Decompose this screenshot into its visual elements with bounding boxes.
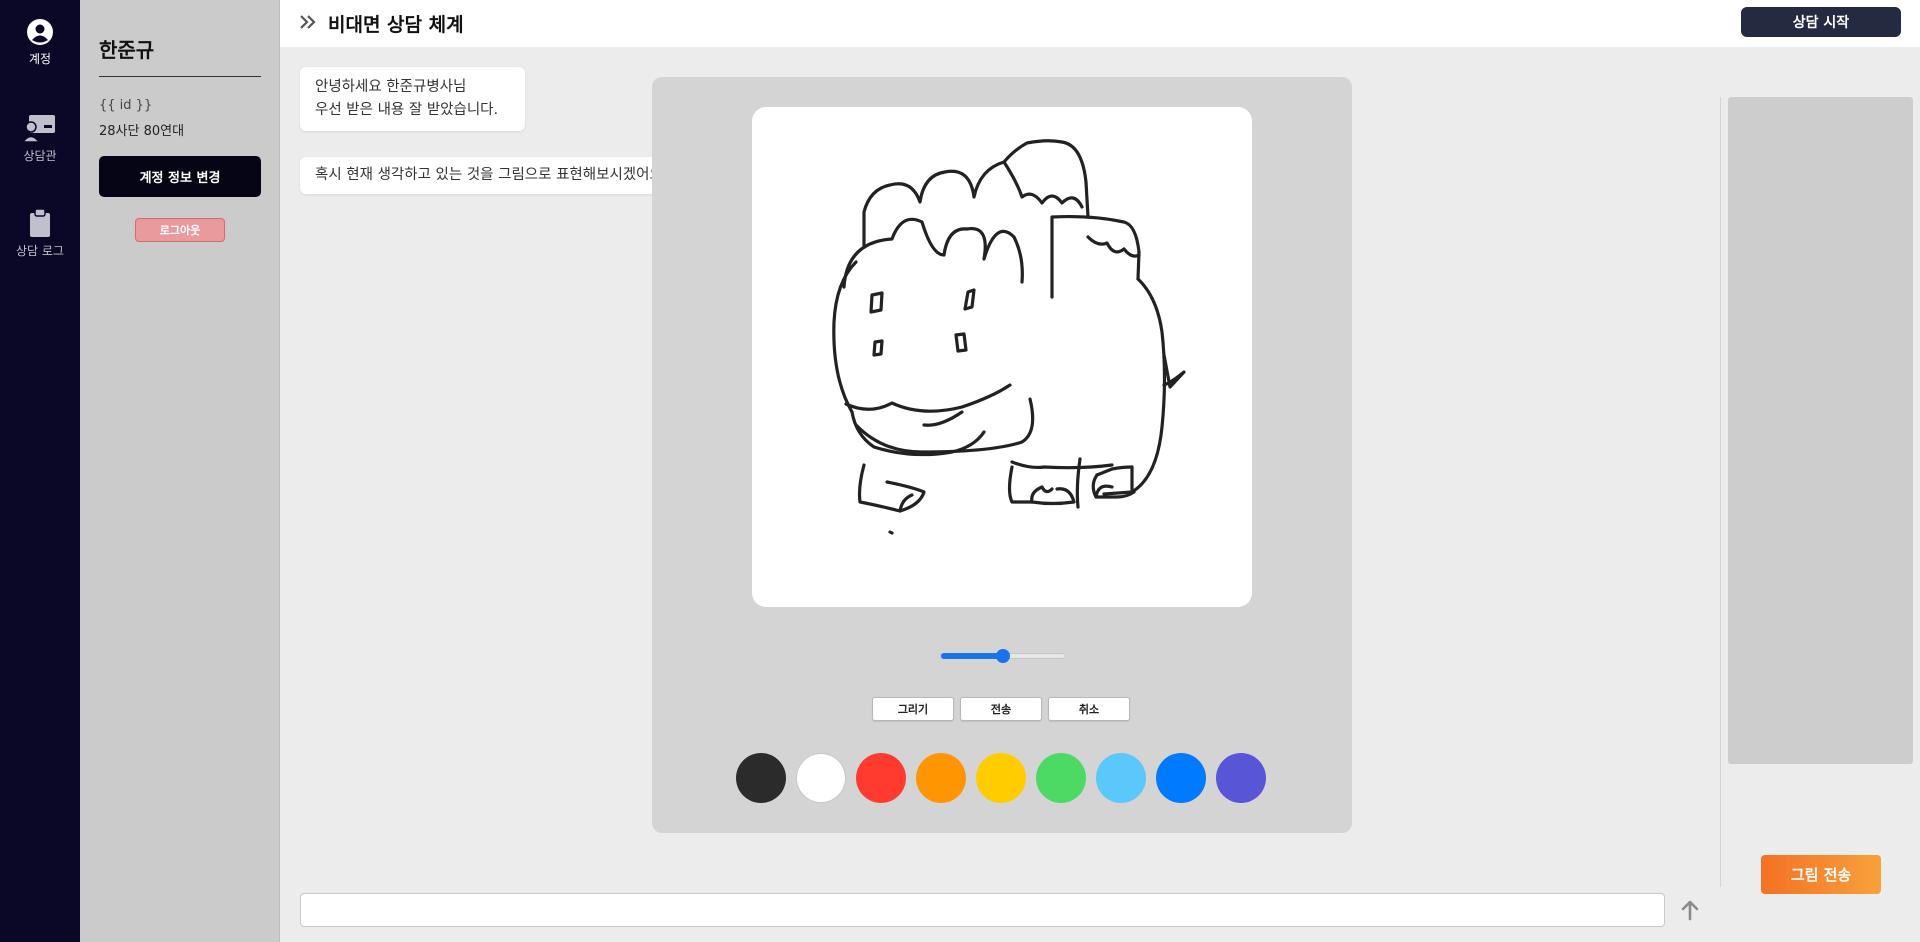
chat-message: 안녕하세요 한준규병사님 우선 받은 내용 잘 받았습니다. xyxy=(300,67,525,131)
double-chevron-right-icon xyxy=(300,15,316,29)
send-drawing-button[interactable]: 그림 전송 xyxy=(1761,855,1881,894)
brush-size-slider[interactable] xyxy=(940,649,1066,663)
sketch-drawing xyxy=(832,139,1186,535)
color-swatch[interactable] xyxy=(796,753,846,803)
divider xyxy=(99,76,261,77)
color-swatch[interactable] xyxy=(1036,753,1086,803)
logout-button[interactable]: 로그아웃 xyxy=(135,218,225,242)
chat-message-line: 안녕하세요 한준규병사님 xyxy=(315,79,467,95)
side-panel xyxy=(1728,97,1913,764)
color-swatch[interactable] xyxy=(976,753,1026,803)
edit-account-button[interactable]: 계정 정보 변경 xyxy=(99,156,261,197)
slider-fill xyxy=(941,653,1003,659)
color-swatch[interactable] xyxy=(1216,753,1266,803)
divider xyxy=(1720,97,1721,887)
nav-item-label: 계정 xyxy=(28,52,52,66)
chat-message-line: 혹시 현재 생각하고 있는 것을 그림으로 표현해보시겠어요? xyxy=(315,167,671,183)
slider-handle[interactable] xyxy=(996,649,1010,663)
send-arrow-icon[interactable] xyxy=(1677,897,1703,923)
nav-item-counselor[interactable]: 상담관 xyxy=(0,113,80,164)
chat-input[interactable] xyxy=(300,893,1665,927)
header: 비대면 상담 체계 상담 시작 xyxy=(280,0,1920,47)
page-title: 비대면 상담 체계 xyxy=(328,14,464,36)
account-id: {{ id }} xyxy=(99,98,153,113)
chat-message: 혹시 현재 생각하고 있는 것을 그림으로 표현해보시겠어요? xyxy=(300,157,712,194)
counselor-icon xyxy=(22,115,55,143)
nav-item-label: 상담 로그 xyxy=(16,244,64,258)
clipboard-icon xyxy=(30,208,50,237)
color-swatch[interactable] xyxy=(1156,753,1206,803)
drawing-panel: 그리기 전송 취소 xyxy=(652,77,1352,833)
account-panel: 한준규 {{ id }} 28사단 80연대 계정 정보 변경 로그아웃 xyxy=(80,0,280,942)
account-unit: 28사단 80연대 xyxy=(99,124,185,139)
drawing-canvas[interactable] xyxy=(752,107,1252,607)
nav-item-label: 상담관 xyxy=(23,149,57,163)
chat-message-line: 우선 받은 내용 잘 받았습니다. xyxy=(315,102,499,118)
cancel-tool-button[interactable]: 취소 xyxy=(1048,697,1130,721)
send-tool-button[interactable]: 전송 xyxy=(960,697,1042,721)
nav-item-account[interactable]: 계정 xyxy=(0,18,80,67)
color-swatch[interactable] xyxy=(856,753,906,803)
color-swatch[interactable] xyxy=(736,753,786,803)
account-name: 한준규 xyxy=(99,38,155,62)
color-swatch[interactable] xyxy=(916,753,966,803)
draw-tool-button[interactable]: 그리기 xyxy=(872,697,954,721)
color-swatch[interactable] xyxy=(1096,753,1146,803)
start-session-button[interactable]: 상담 시작 xyxy=(1741,7,1901,37)
nav-item-log[interactable]: 상담 로그 xyxy=(0,208,80,259)
icon-nav: 계정 상담관 상담 로그 xyxy=(0,0,80,942)
user-circle-icon xyxy=(27,19,53,45)
